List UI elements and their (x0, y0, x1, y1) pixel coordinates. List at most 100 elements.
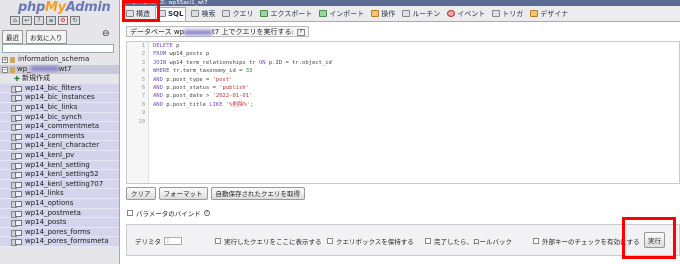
expand-icon[interactable]: + (2, 57, 8, 63)
redacted-text (184, 29, 213, 35)
tree-table-item[interactable]: wp14_bic_instances (0, 93, 119, 103)
show-query-checkbox[interactable] (215, 238, 221, 244)
tree-item-information-schema[interactable]: + information_schema (0, 55, 119, 65)
table-icon (15, 210, 22, 217)
rollback-label: 完了したら、ロールバック (434, 238, 512, 246)
fk-check-checkbox[interactable] (533, 238, 539, 244)
tree-table-item[interactable]: wp14_bic_filters (0, 83, 119, 94)
format-button[interactable]: フォーマット (158, 187, 208, 200)
tab-query[interactable]: クエリ (220, 7, 255, 21)
table-icon (15, 162, 22, 169)
tree-table-item[interactable]: wp14_pores_forms (0, 227, 119, 238)
code-line[interactable]: DELETE p (153, 42, 332, 50)
code-line[interactable]: AND p.post_title LIKE '%削除%'; (153, 101, 332, 109)
table-icon (15, 239, 22, 246)
highlight-go-button (622, 217, 676, 259)
code-line[interactable] (153, 118, 332, 126)
tree-table-item[interactable]: wp14_options (0, 198, 119, 209)
table-icon (15, 229, 22, 236)
export-icon (260, 10, 269, 17)
tree-table-item[interactable]: wp14_bic_synch (0, 112, 119, 123)
table-name: wp14_pores_forms (25, 227, 91, 236)
code-line[interactable]: FROM wp14_posts p (153, 50, 332, 58)
tab-events[interactable]: イベント (445, 7, 487, 21)
tree-table-item[interactable]: wp14_posts (0, 218, 119, 228)
table-icon (15, 104, 22, 111)
tree-table-item[interactable]: wp14_kenl_setting707 (0, 179, 119, 190)
tree-item-current-database[interactable]: − wp_ wt7 (0, 64, 119, 75)
tab-export[interactable]: エクスポート (258, 7, 314, 21)
clear-button[interactable]: クリア (126, 187, 156, 200)
delimiter-label: デリミタ (135, 238, 161, 246)
table-icon (15, 200, 22, 207)
search-icon (191, 10, 200, 17)
recent-tab[interactable]: 最近 (2, 30, 23, 44)
tab-designer[interactable]: デザイナ (528, 7, 570, 21)
table-name: wp14_posts (25, 218, 67, 227)
help-icon[interactable]: ? (296, 28, 305, 36)
reload-icon[interactable]: ↻ (70, 16, 80, 25)
tree-table-item[interactable]: wp14_postmeta (0, 208, 119, 219)
table-icon (15, 191, 22, 198)
line-number: 7 (141, 93, 145, 100)
retain-query-checkbox[interactable] (327, 238, 333, 244)
collapse-all-icon[interactable]: ⊖ (102, 29, 110, 39)
query-icon (222, 10, 231, 17)
delimiter-input[interactable]: ; (164, 237, 182, 245)
highlight-sql-tab (122, 0, 160, 22)
rollback-checkbox[interactable] (425, 238, 431, 244)
settings-icon[interactable]: ⚙ (58, 16, 68, 25)
help-icon[interactable]: ? (203, 210, 210, 216)
code-line[interactable]: JOIN wp14_term_relationships tr ON p.ID … (153, 59, 332, 67)
table-name: wp14_commentmeta (25, 122, 99, 131)
tree-item-new[interactable]: ✚ 新規作成 (0, 74, 119, 84)
line-number: 5 (141, 76, 145, 83)
table-name: wp14_options (25, 198, 74, 207)
sql-docs-icon[interactable]: ≡ (46, 16, 56, 25)
tab-routines[interactable]: ルーチン (400, 7, 442, 21)
tab-search[interactable]: 検索 (189, 7, 217, 21)
restore-query-button[interactable]: 自動保存されたクエリを取得 (210, 187, 305, 200)
phpmyadmin-logo[interactable]: phpMyAdmin (18, 0, 111, 15)
favorites-tab[interactable]: お気に入り (26, 30, 67, 44)
table-name: wp14_kenl_character (25, 141, 100, 150)
tab-operations[interactable]: 操作 (369, 7, 397, 21)
code-line[interactable] (153, 109, 332, 117)
code-line[interactable]: AND p.post_type = 'post' (153, 76, 332, 84)
table-icon (15, 95, 22, 102)
table-name: wp14_kenl_pv (25, 150, 75, 159)
wrench-icon (371, 10, 380, 17)
code-line[interactable]: WHERE tr.term_taxonomy_id = 33 (153, 67, 332, 75)
phpmyadmin-window: phpMyAdmin ⌂ ↩ ? ≡ ⚙ ↻ 最近 お気に入り ⊖ + info… (0, 0, 680, 264)
bind-parameters-checkbox[interactable] (127, 210, 133, 216)
table-name: wp14_bic_links (25, 102, 78, 111)
table-name: wp14_postmeta (25, 208, 81, 217)
tree-table-item[interactable]: wp14_kenl_pv (0, 150, 119, 161)
collapse-icon[interactable]: − (2, 66, 8, 73)
logout-icon[interactable]: ↩ (22, 16, 32, 25)
navigation-filter-input[interactable] (2, 44, 114, 53)
tree-table-item[interactable]: wp14_kenl_character (0, 141, 119, 151)
editor-buttons: クリア フォーマット 自動保存されたクエリを取得 (126, 187, 305, 200)
tab-bar: 構造 SQL 検索 クエリ エクスポート インポート 操作 ルーチン イベント … (122, 6, 680, 22)
docs-icon[interactable]: ? (34, 16, 44, 25)
sql-editor[interactable]: 1 2 3 4 5 6 7 8 9 10 DELETE p FROM wp14_posts p JOI… (126, 41, 680, 184)
sql-code[interactable]: DELETE p FROM wp14_posts p JOIN wp14_term_… (153, 42, 332, 126)
tree-table-item[interactable]: wp14_kenl_setting52 (0, 170, 119, 180)
table-icon (15, 85, 22, 92)
database-name: wp_ wt7 (17, 64, 72, 73)
tree-table-item[interactable]: wp14_bic_links (0, 102, 119, 113)
tab-import[interactable]: インポート (317, 7, 366, 21)
tree-table-item[interactable]: wp14_kenl_setting (0, 160, 119, 171)
line-number: 3 (141, 59, 145, 66)
clock-icon (447, 10, 456, 17)
tab-triggers[interactable]: トリガ (490, 7, 525, 21)
home-icon[interactable]: ⌂ (10, 16, 20, 25)
tree-table-item[interactable]: wp14_links (0, 189, 119, 199)
tree-table-item[interactable]: wp14_comments (0, 131, 119, 142)
table-name: wp14_links (25, 189, 64, 198)
code-line[interactable]: AND p.post_date > '2022-01-01' (153, 92, 332, 100)
tree-table-item[interactable]: wp14_commentmeta (0, 122, 119, 132)
code-line[interactable]: AND p.post_status = 'publish' (153, 84, 332, 92)
tree-table-item[interactable]: wp14_pores_formsmeta (0, 237, 119, 247)
